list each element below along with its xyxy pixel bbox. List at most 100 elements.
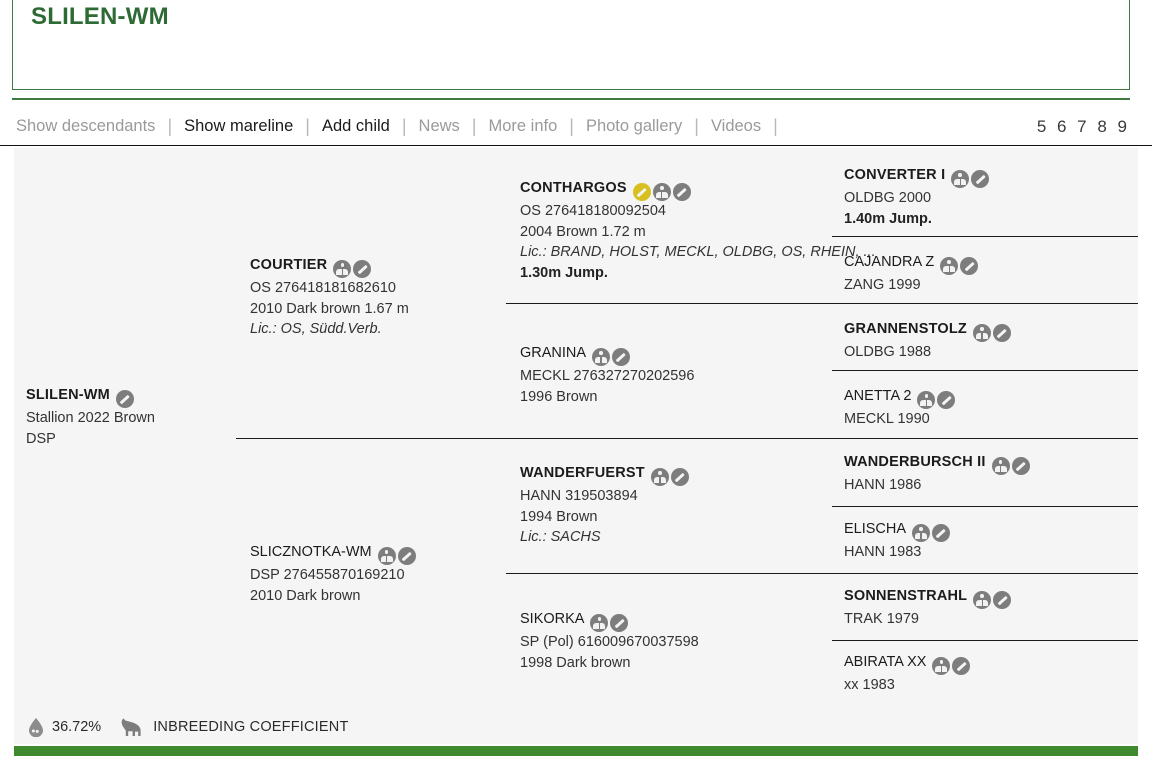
edit-icon[interactable] [672,183,691,202]
edit-icon[interactable] [993,591,1012,610]
nav-link-add-child[interactable]: Add child [320,117,392,136]
horse-name-link[interactable]: CONTHARGOS [520,179,876,202]
nav-link-show-mareline[interactable]: Show mareline [182,117,295,136]
horse-detail-line: OLDBG 2000 [844,190,932,207]
pedigree-icon[interactable] [333,260,352,279]
pedigree-divider [236,438,1138,439]
horse-detail-line: Lic.: OS, Südd.Verb. [250,321,382,338]
edit-icon[interactable] [952,657,971,676]
horse-name-text: ELISCHA [844,521,907,537]
horse-detail-line: Stallion 2022 Brown [26,410,155,427]
icon-group [590,614,630,633]
horse-name-link[interactable]: ANETTA 2 [844,387,957,410]
horse-name-link[interactable]: GRANNENSTOLZ [844,320,1013,343]
pedigree-column-gen3: CONVERTER I OLDBG 2000 1.40m Jump. CAJANDRA… [832,148,1138,710]
horse-name-text: SONNENSTRAHL [844,588,968,604]
pedigree-icon[interactable] [951,170,970,189]
horse-name-link[interactable]: CAJANDRA Z [844,253,980,276]
horse-detail-line: HANN 1983 [844,544,922,561]
pagination[interactable]: 5 6 7 8 9 [1037,117,1152,137]
horse-name-link[interactable]: SONNENSTRAHL [844,587,1013,610]
pedigree-icon[interactable] [652,183,671,202]
icon-group [650,468,691,487]
horse-detail-line: DSP [26,430,56,447]
pedigree-icon[interactable] [973,591,992,610]
edit-icon[interactable] [610,614,629,633]
edit-icon-gold[interactable] [632,183,651,202]
edit-icon[interactable] [960,257,979,276]
horse-name-link[interactable]: SLILEN-WM [26,386,155,409]
edit-icon[interactable] [1011,457,1030,476]
nav-link-more-info[interactable]: More info [486,117,559,136]
edit-icon[interactable] [115,390,134,409]
pedigree-icon[interactable] [377,547,396,566]
icon-group [917,391,957,410]
edit-icon[interactable] [612,348,631,367]
pedigree-divider [832,370,1138,371]
horse-name-link[interactable]: ABIRATA XX [844,653,972,676]
edit-icon[interactable] [992,324,1011,343]
nav-link-photo-gallery[interactable]: Photo gallery [584,117,684,136]
icon-group [991,457,1032,476]
nav-link-videos[interactable]: Videos [709,117,763,136]
horse-name-text: COURTIER [250,257,328,273]
pedigree-column-gen2: CONTHARGOS OS 276418180092504 2004 Brown 1… [506,148,876,710]
icon-group [377,547,418,566]
horse-name-link[interactable]: ELISCHA [844,520,952,543]
edit-icon[interactable] [353,260,372,279]
edit-icon[interactable] [971,170,990,189]
pedigree-cell-gen2-3: SIKORKA SP (Pol) 616009670037598 1998 Dark… [520,610,699,673]
pedigree-chart: SLILEN-WM Stallion 2022 Brown DSP COURTIER… [14,148,1138,710]
pedigree-icon[interactable] [590,614,609,633]
blood-drop-icon [28,717,44,737]
horse-name-link[interactable]: GRANINA [520,344,694,367]
horse-icon [119,718,141,736]
horse-detail-line: 2010 Dark brown [250,587,361,604]
horse-name-text: CONVERTER I [844,167,946,183]
edit-icon[interactable] [932,524,951,543]
horse-detail-line: Lic.: BRAND, HOLST, MECKL, OLDBG, OS, RH… [520,244,876,261]
horse-header-panel: SLILEN-WM [12,0,1130,90]
pedigree-icon[interactable] [650,468,669,487]
pedigree-icon[interactable] [940,257,959,276]
horse-detail-line: OLDBG 1988 [844,344,932,361]
horse-name-text: CAJANDRA Z [844,254,935,270]
horse-name-link[interactable]: COURTIER [250,256,409,279]
pedigree-icon[interactable] [991,457,1010,476]
horse-detail-line: MECKL 276327270202596 [520,368,695,385]
icon-group [973,591,1013,610]
inbreeding-label: INBREEDING COEFFICIENT [153,719,349,735]
pedigree-icon[interactable] [972,324,991,343]
pedigree-cell-gen3-3: ANETTA 2 MECKL 1990 [844,387,957,430]
horse-detail-line: HANN 319503894 [520,488,638,505]
horse-name-text: SIKORKA [520,611,585,627]
horse-name-text: CONTHARGOS [520,180,627,196]
horse-name-link[interactable]: SLICZNOTKA-WM [250,543,418,566]
pedigree-cell-sire: COURTIER OS 276418181682610 2010 Dark brow… [250,256,409,340]
horse-name-text: ANETTA 2 [844,388,912,404]
nav-separator: | [305,116,310,136]
nav-link-news[interactable]: News [417,117,462,136]
footer-accent-bar [14,746,1138,756]
pedigree-cell-gen2-0: CONTHARGOS OS 276418180092504 2004 Brown 1… [520,179,876,283]
pagination-pages[interactable]: 5 6 7 8 9 [1037,117,1130,136]
pedigree-icon[interactable] [592,348,611,367]
pedigree-cell-gen3-4: WANDERBURSCH II HANN 1986 [844,453,1032,496]
edit-icon[interactable] [670,468,689,487]
edit-icon[interactable] [937,391,956,410]
pedigree-icon[interactable] [932,657,951,676]
edit-icon[interactable] [397,547,416,566]
pedigree-icon[interactable] [917,391,936,410]
horse-name-link[interactable]: WANDERFUERST [520,464,691,487]
horse-name-link[interactable]: SIKORKA [520,610,699,633]
nav-separator: | [569,116,574,136]
pedigree-icon[interactable] [912,524,931,543]
horse-name-text: WANDERBURSCH II [844,454,986,470]
horse-detail-line: xx 1983 [844,677,895,694]
horse-name-link[interactable]: CONVERTER I [844,166,991,189]
nav-link-show-descendants[interactable]: Show descendants [14,117,157,136]
icon-group [592,348,632,367]
horse-name-link[interactable]: WANDERBURSCH II [844,453,1032,476]
pedigree-column-subject: SLILEN-WM Stallion 2022 Brown DSP [14,148,236,710]
icon-group [115,390,136,409]
